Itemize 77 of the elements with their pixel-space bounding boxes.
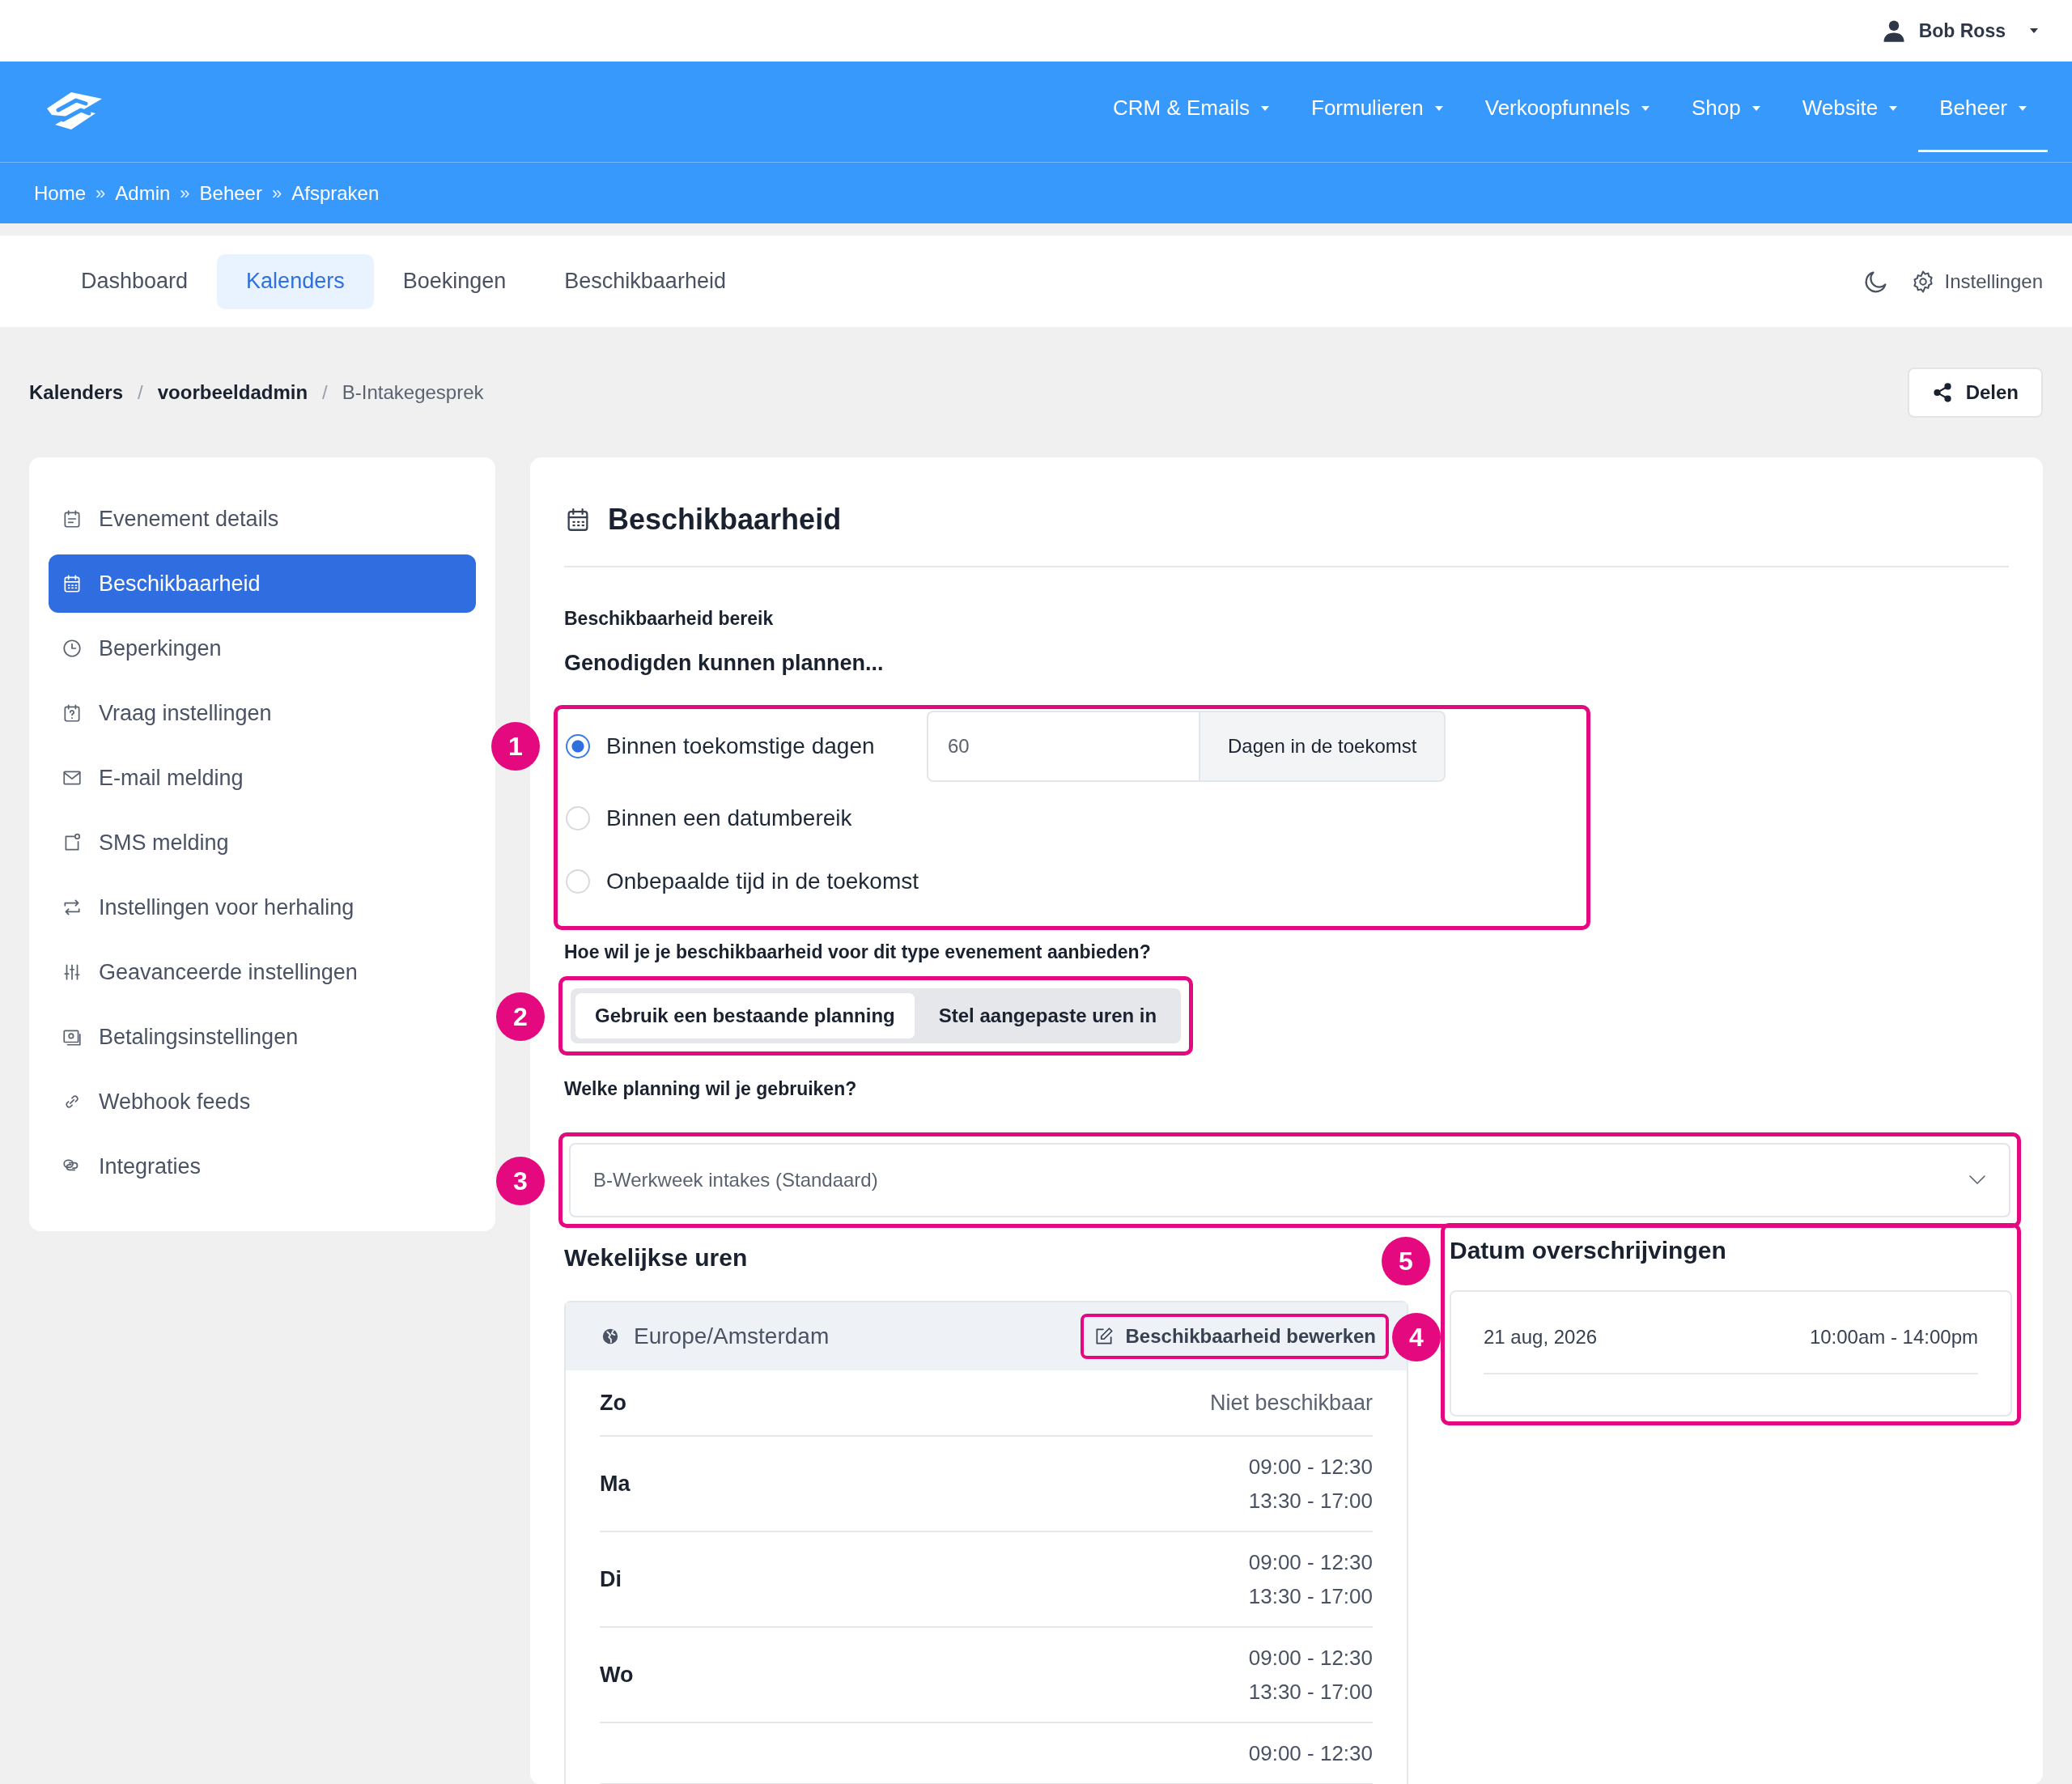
clock-icon xyxy=(62,638,83,659)
tab[interactable]: Boekingen xyxy=(373,253,536,309)
number-badge: 5 xyxy=(1382,1237,1430,1285)
settings-link[interactable]: Instellingen xyxy=(1910,269,2043,294)
time-range: 09:00 - 12:30 xyxy=(1248,1740,1373,1767)
day-label: Ma xyxy=(600,1471,631,1497)
caret-icon xyxy=(1261,105,1269,111)
sidebar-item[interactable]: Webhook feeds xyxy=(49,1073,476,1131)
sidebar-item[interactable]: Beschikbaarheid xyxy=(49,554,476,613)
sidebar-item[interactable]: SMS melding xyxy=(49,813,476,872)
radio-option[interactable]: Binnen een datumbereik xyxy=(566,805,927,831)
number-badge: 1 xyxy=(491,722,540,771)
sidebar-item[interactable]: Beperkingen xyxy=(49,619,476,677)
breadcrumb-link[interactable]: Kalenders xyxy=(29,380,124,404)
tab[interactable]: Beschikbaarheid xyxy=(535,253,755,309)
caret-icon xyxy=(1434,105,1443,111)
repeat-icon xyxy=(62,897,83,918)
share-button[interactable]: Delen xyxy=(1907,367,2043,418)
day-label: Wo xyxy=(600,1662,634,1688)
breadcrumb-separator: » xyxy=(271,182,282,204)
question-label: Hoe wil je je beschikbaarheid voor dit type evenement aanbieden? xyxy=(564,941,1152,963)
radio-button[interactable] xyxy=(566,734,590,758)
breadcrumb-link[interactable]: B-Intakegesprek xyxy=(342,380,484,404)
number-field[interactable]: 60 xyxy=(927,711,1200,782)
panel-title: Beschikbaarheid xyxy=(608,503,842,537)
status-text: Niet beschikbaar xyxy=(1209,1390,1373,1416)
number-badge: 4 xyxy=(1392,1313,1441,1361)
section-heading: Genodigden kunnen plannen... xyxy=(564,651,885,676)
sidebar-item[interactable]: Instellingen voor herhaling xyxy=(49,878,476,937)
share-icon xyxy=(1931,381,1953,403)
date-text: 21 aug, 2026 xyxy=(1484,1326,1598,1349)
caret-icon xyxy=(2019,105,2027,111)
sidebar-item[interactable]: Geavanceerde instellingen xyxy=(49,943,476,1001)
time-range: 09:00 - 12:30 xyxy=(1248,1645,1373,1671)
breadcrumb-separator: / xyxy=(138,380,143,404)
sidebar-item[interactable]: Integraties xyxy=(49,1137,476,1196)
schedule-dropdown[interactable]: B-Werkweek intakes (Standaard) xyxy=(569,1143,2010,1217)
caret-icon xyxy=(2030,28,2038,33)
user-menu[interactable]: Bob Ross xyxy=(1878,15,2041,46)
time-range: 13:30 - 17:00 xyxy=(1248,1583,1373,1610)
sidebar-item[interactable]: Evenement details xyxy=(49,490,476,548)
sidebar-item[interactable]: E-mail melding xyxy=(49,749,476,807)
radio-option[interactable]: Binnen toekomstige dagen xyxy=(566,733,927,759)
section-label: Beschikbaarheid bereik xyxy=(564,608,775,630)
chevron-down-icon xyxy=(1968,1174,1986,1186)
tab[interactable]: Kalenders xyxy=(217,253,374,309)
input-addon: Dagen in de toekomst xyxy=(1200,711,1446,782)
breadcrumb-link[interactable]: voorbeeldadmin xyxy=(157,380,308,404)
radio-option[interactable]: Onbepaalde tijd in de toekomst xyxy=(566,869,927,894)
segment-option[interactable]: Gebruik een bestaande planning xyxy=(575,993,915,1039)
time-range: 13:30 - 17:00 xyxy=(1248,1679,1373,1705)
question-icon xyxy=(62,703,83,724)
breadcrumb-separator: / xyxy=(322,380,328,404)
breadcrumb-separator: » xyxy=(180,182,190,204)
number-badge: 3 xyxy=(496,1157,545,1205)
breadcrumb-separator: » xyxy=(96,182,106,204)
question-label: Welke planning wil je gebruiken? xyxy=(564,1078,858,1100)
timezone-label: Europe/Amsterdam xyxy=(634,1323,830,1349)
section-heading: Wekelijkse uren xyxy=(564,1244,748,1272)
time-range: 09:00 - 12:30 xyxy=(1248,1549,1373,1576)
sidebar-item[interactable]: Betalingsinstellingen xyxy=(49,1008,476,1066)
caret-icon xyxy=(1889,105,1898,111)
time-range: 10:00am - 14:00pm xyxy=(1809,1326,1978,1349)
caret-icon xyxy=(1751,105,1760,111)
calendar-icon xyxy=(62,508,83,529)
time-range: 09:00 - 12:30 xyxy=(1248,1454,1373,1480)
day-label: Zo xyxy=(600,1390,626,1416)
time-range: 13:30 - 17:00 xyxy=(1248,1488,1373,1514)
segment-option[interactable]: Stel aangepaste uren in xyxy=(919,993,1177,1039)
sidebar-item[interactable]: Vraag instellingen xyxy=(49,684,476,742)
caret-icon xyxy=(1641,105,1650,111)
day-label: Di xyxy=(600,1566,622,1592)
edit-availability-button[interactable]: Beschikbaarheid bewerken xyxy=(1080,1314,1389,1359)
tab[interactable]: Dashboard xyxy=(52,253,218,309)
section-heading: Datum overschrijvingen xyxy=(1450,1237,1726,1264)
calendar-icon xyxy=(62,573,83,594)
number-badge: 2 xyxy=(496,992,545,1041)
